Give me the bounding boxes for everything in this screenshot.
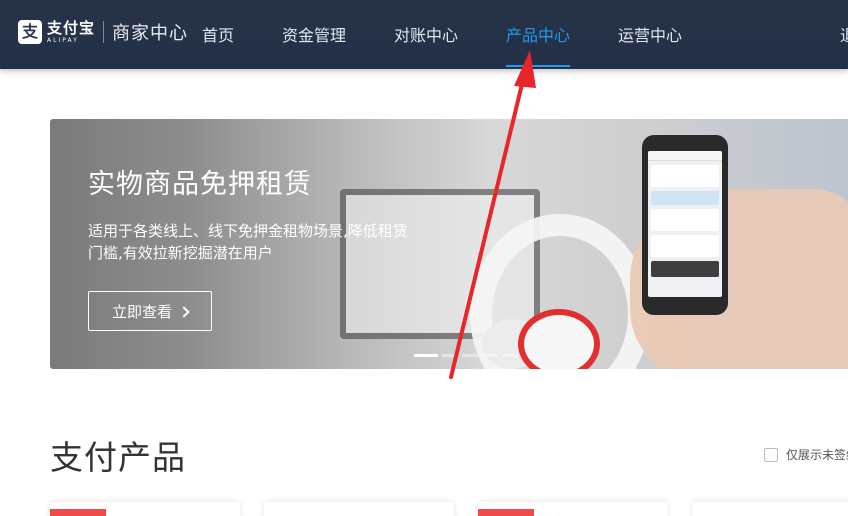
phone-row [651,165,719,187]
carousel-indicators [414,354,518,357]
carousel-dot[interactable] [442,354,458,357]
logo-en: ALIPAY [47,36,79,44]
alipay-logo-text: 支付宝 ALIPAY [47,18,96,44]
carousel-dot[interactable] [414,354,438,357]
product-card[interactable] [264,502,454,516]
merchant-center-title: 商家中心 [112,23,189,44]
unsigned-only-checkbox[interactable] [764,447,778,462]
banner-headphone-cup [518,309,600,369]
section-title: 支付产品 [50,438,186,477]
nav-item-product-center[interactable]: 产品中心 [506,22,570,46]
product-tag [50,509,106,516]
nav-item-home[interactable]: 首页 [202,22,234,46]
view-now-label: 立即查看 [111,302,172,321]
unsigned-only-label: 仅展示未签约 [786,448,848,462]
banner-phone-image [642,135,728,315]
chevron-right-icon [178,305,190,318]
alipay-logo[interactable]: 支 支付宝 ALIPAY 商家中心 [18,18,188,46]
nav-item-reconciliation[interactable]: 对账中心 [394,22,458,46]
active-tab-underline [506,65,570,67]
logo-cn: 支付宝 [47,18,96,37]
phone-row [651,209,719,231]
banner-title: 实物商品免押租赁 [88,169,312,200]
banner-description: 适用于各类线上、线下免押金租物场景,降低租赁门槛,有效拉新挖掘潜在用户 [88,222,408,262]
unsigned-only-filter[interactable]: 仅展示未签约 [764,446,848,463]
view-now-button[interactable]: 立即查看 [88,291,212,331]
carousel-dot[interactable] [482,354,498,357]
product-card[interactable] [478,502,668,516]
top-navigation-bar: 支 支付宝 ALIPAY 商家中心 首页 资金管理 对账中心 产品中心 运营中心… [0,0,848,69]
phone-screen [648,151,722,297]
nav-item-fund-management[interactable]: 资金管理 [282,22,346,46]
phone-row [651,235,719,257]
carousel-dot[interactable] [502,354,518,357]
carousel-dot[interactable] [462,354,478,357]
phone-status-bar [648,151,722,161]
nav-item-operations[interactable]: 运营中心 [618,22,682,46]
product-card[interactable] [50,502,240,516]
promo-banner[interactable]: 实物商品免押租赁 适用于各类线上、线下免押金租物场景,降低租赁门槛,有效拉新挖掘… [50,119,848,369]
product-card[interactable] [692,502,848,516]
nav-item-exit[interactable]: 退 [840,22,848,46]
alipay-logo-icon: 支 [18,20,42,44]
product-tag [478,509,534,516]
phone-row-dark [651,261,719,277]
phone-row-blue [651,191,719,205]
logo-divider [103,21,105,43]
